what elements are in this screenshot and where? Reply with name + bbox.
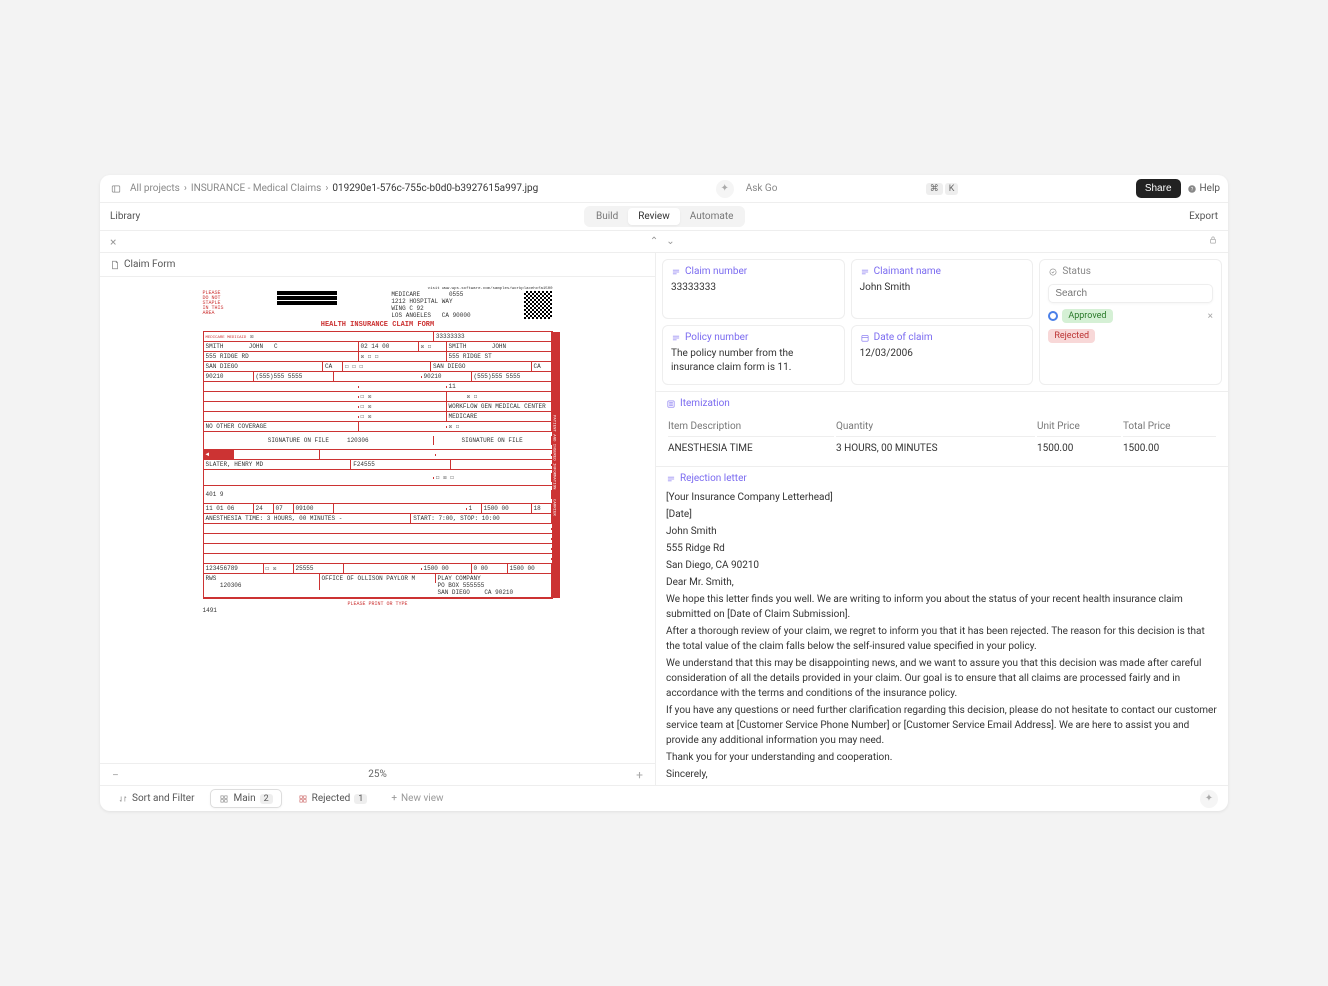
lock-icon[interactable] — [1208, 235, 1218, 248]
zoom-level: 25% — [368, 769, 387, 780]
claim-form-image: visit www.wps.software.com/samples/workp… — [203, 287, 553, 614]
left-panel: Claim Form visit www.wps.software.com/sa… — [100, 253, 656, 785]
topbar: All projects › INSURANCE - Medical Claim… — [100, 175, 1228, 203]
status-option-rejected[interactable]: Rejected — [1048, 329, 1213, 343]
itemization-table: Item Description Quantity Unit Price Tot… — [666, 415, 1218, 460]
ask-go-input[interactable]: Ask Go — [740, 180, 920, 198]
card-policy-number[interactable]: Policy number The policy number from the… — [662, 325, 845, 385]
col-desc: Item Description — [668, 417, 834, 437]
mode-tabs: Build Review Automate — [584, 206, 745, 227]
sparkle-icon[interactable]: ✦ — [1200, 790, 1218, 808]
view-rejected[interactable]: Rejected 1 — [290, 790, 376, 807]
list-icon — [666, 399, 676, 409]
card-claimant-name[interactable]: Claimant name John Smith — [851, 259, 1034, 319]
qr-code — [524, 291, 552, 319]
sidebar-toggle-icon[interactable] — [108, 181, 124, 197]
side-label: PATIENT AND INSURED INFORMATION CARRIER — [552, 332, 560, 598]
calendar-icon — [860, 333, 870, 343]
text-icon — [671, 267, 681, 277]
rejection-letter-body[interactable]: [Your Insurance Company Letterhead][Date… — [666, 490, 1218, 785]
col-unit: Unit Price — [1037, 417, 1121, 437]
close-icon[interactable]: × — [1208, 311, 1213, 322]
text-icon — [671, 333, 681, 343]
radio-icon — [1048, 311, 1058, 321]
kbd-shortcut: ⌘K — [926, 183, 959, 195]
help-button[interactable]: ? Help — [1187, 183, 1220, 194]
status-search-input[interactable] — [1048, 284, 1213, 303]
sparkle-icon[interactable]: ✦ — [716, 180, 734, 198]
card-claim-number[interactable]: Claim number 33333333 — [662, 259, 845, 319]
breadcrumb: All projects › INSURANCE - Medical Claim… — [130, 183, 538, 194]
document-icon — [110, 260, 120, 270]
chevron-down-icon[interactable]: ⌄ — [662, 236, 678, 247]
breadcrumb-root[interactable]: All projects — [130, 183, 180, 194]
nav-row: × ⌃ ⌄ — [100, 231, 1228, 253]
zoom-controls: − 25% + — [100, 763, 655, 785]
breadcrumb-file[interactable]: 019290e1-576c-755c-b0d0-b3927615a997.jpg — [332, 183, 538, 194]
document-viewer[interactable]: visit www.wps.software.com/samples/workp… — [100, 277, 655, 763]
chevron-up-icon[interactable]: ⌃ — [646, 236, 662, 247]
new-view-button[interactable]: + New view — [383, 790, 451, 807]
share-button[interactable]: Share — [1136, 179, 1181, 198]
chevron-icon: › — [325, 183, 328, 194]
right-panel: Claim number 33333333 Claimant name John… — [656, 253, 1228, 785]
text-icon — [860, 267, 870, 277]
col-qty: Quantity — [836, 417, 1035, 437]
subbar: Library Build Review Automate Export — [100, 203, 1228, 231]
bottombar: Sort and Filter Main 2 Rejected 1 + New … — [100, 785, 1228, 811]
close-icon[interactable]: × — [110, 235, 116, 249]
rejection-letter-section: Rejection letter [Your Insurance Company… — [656, 466, 1228, 785]
field-cards: Claim number 33333333 Claimant name John… — [656, 253, 1228, 391]
doc-title: Claim Form — [124, 259, 175, 270]
card-status[interactable]: Status Approved × Rejected — [1039, 259, 1222, 385]
library-label[interactable]: Library — [110, 211, 140, 222]
status-option-approved[interactable]: Approved × — [1048, 309, 1213, 323]
grid-icon — [298, 794, 308, 804]
breadcrumb-project[interactable]: INSURANCE - Medical Claims — [191, 183, 321, 194]
zoom-out-button[interactable]: − — [112, 768, 119, 782]
check-circle-icon — [1048, 267, 1058, 277]
tab-automate[interactable]: Automate — [680, 208, 744, 225]
tab-build[interactable]: Build — [586, 208, 628, 225]
table-row[interactable]: ANESTHESIA TIME3 HOURS, 00 MINUTES1500.0… — [668, 439, 1216, 458]
chevron-icon: › — [184, 183, 187, 194]
zoom-in-button[interactable]: + — [636, 768, 643, 782]
col-total: Total Price — [1123, 417, 1216, 437]
plus-icon: + — [391, 793, 397, 804]
doc-header: Claim Form — [100, 253, 655, 277]
sort-icon — [118, 794, 128, 804]
itemization-section: Itemization Item Description Quantity Un… — [656, 391, 1228, 466]
card-date-of-claim[interactable]: Date of claim 12/03/2006 — [851, 325, 1034, 385]
grid-icon — [219, 794, 229, 804]
sort-filter-button[interactable]: Sort and Filter — [110, 790, 202, 807]
text-icon — [666, 474, 676, 484]
app-window: All projects › INSURANCE - Medical Claim… — [100, 175, 1228, 811]
export-button[interactable]: Export — [1189, 211, 1218, 222]
view-main[interactable]: Main 2 — [210, 789, 281, 808]
content: Claim Form visit www.wps.software.com/sa… — [100, 253, 1228, 785]
tab-review[interactable]: Review — [628, 208, 680, 225]
